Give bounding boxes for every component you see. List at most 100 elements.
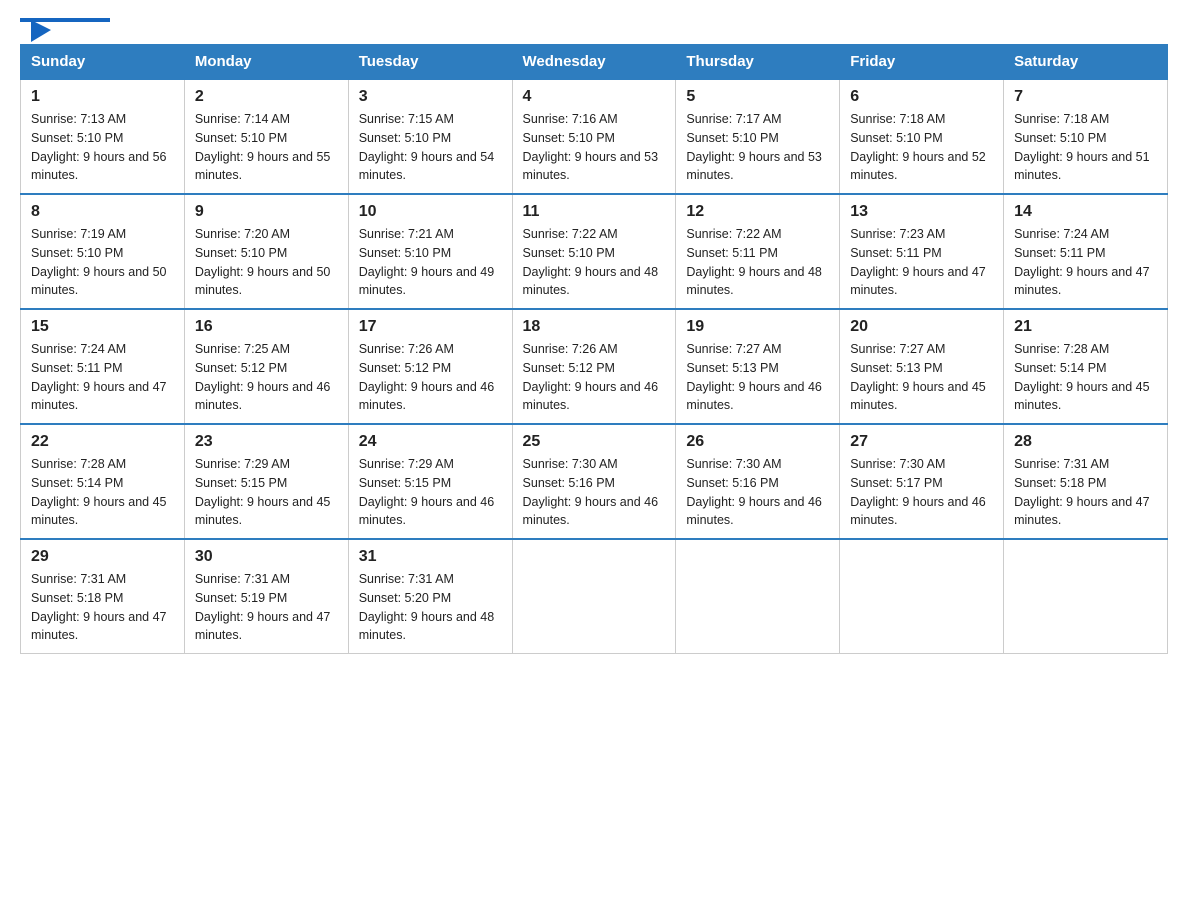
page-header	[20, 20, 1168, 24]
day-number: 1	[31, 88, 174, 106]
calendar-cell: 29 Sunrise: 7:31 AM Sunset: 5:18 PM Dayl…	[21, 539, 185, 654]
calendar-cell: 24 Sunrise: 7:29 AM Sunset: 5:15 PM Dayl…	[348, 424, 512, 539]
calendar-cell: 15 Sunrise: 7:24 AM Sunset: 5:11 PM Dayl…	[21, 309, 185, 424]
calendar-cell: 6 Sunrise: 7:18 AM Sunset: 5:10 PM Dayli…	[840, 79, 1004, 194]
weekday-header-sunday: Sunday	[21, 45, 185, 80]
calendar-cell	[1004, 539, 1168, 654]
day-number: 28	[1014, 433, 1157, 451]
calendar-cell: 2 Sunrise: 7:14 AM Sunset: 5:10 PM Dayli…	[184, 79, 348, 194]
logo	[20, 20, 110, 22]
day-number: 6	[850, 88, 993, 106]
calendar-cell: 30 Sunrise: 7:31 AM Sunset: 5:19 PM Dayl…	[184, 539, 348, 654]
calendar-cell	[840, 539, 1004, 654]
calendar-cell: 5 Sunrise: 7:17 AM Sunset: 5:10 PM Dayli…	[676, 79, 840, 194]
day-number: 18	[523, 318, 666, 336]
calendar-cell: 16 Sunrise: 7:25 AM Sunset: 5:12 PM Dayl…	[184, 309, 348, 424]
calendar-cell: 14 Sunrise: 7:24 AM Sunset: 5:11 PM Dayl…	[1004, 194, 1168, 309]
day-info: Sunrise: 7:18 AM Sunset: 5:10 PM Dayligh…	[850, 110, 993, 185]
day-number: 26	[686, 433, 829, 451]
day-number: 3	[359, 88, 502, 106]
day-number: 4	[523, 88, 666, 106]
calendar-cell: 13 Sunrise: 7:23 AM Sunset: 5:11 PM Dayl…	[840, 194, 1004, 309]
calendar-cell: 17 Sunrise: 7:26 AM Sunset: 5:12 PM Dayl…	[348, 309, 512, 424]
day-info: Sunrise: 7:18 AM Sunset: 5:10 PM Dayligh…	[1014, 110, 1157, 185]
day-info: Sunrise: 7:31 AM Sunset: 5:20 PM Dayligh…	[359, 570, 502, 645]
calendar-cell: 26 Sunrise: 7:30 AM Sunset: 5:16 PM Dayl…	[676, 424, 840, 539]
calendar-cell: 1 Sunrise: 7:13 AM Sunset: 5:10 PM Dayli…	[21, 79, 185, 194]
day-number: 5	[686, 88, 829, 106]
day-number: 13	[850, 203, 993, 221]
weekday-header-monday: Monday	[184, 45, 348, 80]
calendar-cell: 9 Sunrise: 7:20 AM Sunset: 5:10 PM Dayli…	[184, 194, 348, 309]
calendar-cell: 4 Sunrise: 7:16 AM Sunset: 5:10 PM Dayli…	[512, 79, 676, 194]
day-info: Sunrise: 7:22 AM Sunset: 5:10 PM Dayligh…	[523, 225, 666, 300]
day-info: Sunrise: 7:29 AM Sunset: 5:15 PM Dayligh…	[359, 455, 502, 530]
day-number: 31	[359, 548, 502, 566]
calendar-cell: 20 Sunrise: 7:27 AM Sunset: 5:13 PM Dayl…	[840, 309, 1004, 424]
logo-underline	[20, 18, 110, 22]
calendar-cell: 22 Sunrise: 7:28 AM Sunset: 5:14 PM Dayl…	[21, 424, 185, 539]
calendar-cell: 18 Sunrise: 7:26 AM Sunset: 5:12 PM Dayl…	[512, 309, 676, 424]
calendar-week-row-2: 8 Sunrise: 7:19 AM Sunset: 5:10 PM Dayli…	[21, 194, 1168, 309]
calendar-cell: 21 Sunrise: 7:28 AM Sunset: 5:14 PM Dayl…	[1004, 309, 1168, 424]
day-number: 11	[523, 203, 666, 221]
calendar-week-row-4: 22 Sunrise: 7:28 AM Sunset: 5:14 PM Dayl…	[21, 424, 1168, 539]
weekday-header-tuesday: Tuesday	[348, 45, 512, 80]
calendar-header-row: SundayMondayTuesdayWednesdayThursdayFrid…	[21, 45, 1168, 80]
day-number: 24	[359, 433, 502, 451]
day-info: Sunrise: 7:26 AM Sunset: 5:12 PM Dayligh…	[359, 340, 502, 415]
day-number: 15	[31, 318, 174, 336]
day-info: Sunrise: 7:13 AM Sunset: 5:10 PM Dayligh…	[31, 110, 174, 185]
day-info: Sunrise: 7:31 AM Sunset: 5:18 PM Dayligh…	[31, 570, 174, 645]
day-info: Sunrise: 7:16 AM Sunset: 5:10 PM Dayligh…	[523, 110, 666, 185]
day-number: 22	[31, 433, 174, 451]
calendar-cell	[512, 539, 676, 654]
day-number: 25	[523, 433, 666, 451]
calendar-cell: 11 Sunrise: 7:22 AM Sunset: 5:10 PM Dayl…	[512, 194, 676, 309]
day-info: Sunrise: 7:14 AM Sunset: 5:10 PM Dayligh…	[195, 110, 338, 185]
calendar-week-row-3: 15 Sunrise: 7:24 AM Sunset: 5:11 PM Dayl…	[21, 309, 1168, 424]
calendar-cell	[676, 539, 840, 654]
day-info: Sunrise: 7:30 AM Sunset: 5:17 PM Dayligh…	[850, 455, 993, 530]
weekday-header-friday: Friday	[840, 45, 1004, 80]
day-number: 8	[31, 203, 174, 221]
day-info: Sunrise: 7:23 AM Sunset: 5:11 PM Dayligh…	[850, 225, 993, 300]
day-info: Sunrise: 7:20 AM Sunset: 5:10 PM Dayligh…	[195, 225, 338, 300]
day-info: Sunrise: 7:22 AM Sunset: 5:11 PM Dayligh…	[686, 225, 829, 300]
calendar-cell: 23 Sunrise: 7:29 AM Sunset: 5:15 PM Dayl…	[184, 424, 348, 539]
day-number: 10	[359, 203, 502, 221]
day-number: 16	[195, 318, 338, 336]
day-info: Sunrise: 7:25 AM Sunset: 5:12 PM Dayligh…	[195, 340, 338, 415]
calendar-week-row-1: 1 Sunrise: 7:13 AM Sunset: 5:10 PM Dayli…	[21, 79, 1168, 194]
day-info: Sunrise: 7:27 AM Sunset: 5:13 PM Dayligh…	[850, 340, 993, 415]
day-number: 12	[686, 203, 829, 221]
calendar-cell: 8 Sunrise: 7:19 AM Sunset: 5:10 PM Dayli…	[21, 194, 185, 309]
day-number: 7	[1014, 88, 1157, 106]
calendar-cell: 27 Sunrise: 7:30 AM Sunset: 5:17 PM Dayl…	[840, 424, 1004, 539]
weekday-header-wednesday: Wednesday	[512, 45, 676, 80]
calendar-cell: 10 Sunrise: 7:21 AM Sunset: 5:10 PM Dayl…	[348, 194, 512, 309]
day-info: Sunrise: 7:19 AM Sunset: 5:10 PM Dayligh…	[31, 225, 174, 300]
day-number: 9	[195, 203, 338, 221]
logo-triangle-icon	[31, 20, 51, 42]
day-info: Sunrise: 7:21 AM Sunset: 5:10 PM Dayligh…	[359, 225, 502, 300]
day-info: Sunrise: 7:24 AM Sunset: 5:11 PM Dayligh…	[1014, 225, 1157, 300]
day-info: Sunrise: 7:28 AM Sunset: 5:14 PM Dayligh…	[31, 455, 174, 530]
day-info: Sunrise: 7:17 AM Sunset: 5:10 PM Dayligh…	[686, 110, 829, 185]
calendar-week-row-5: 29 Sunrise: 7:31 AM Sunset: 5:18 PM Dayl…	[21, 539, 1168, 654]
day-number: 14	[1014, 203, 1157, 221]
day-number: 23	[195, 433, 338, 451]
day-number: 19	[686, 318, 829, 336]
day-number: 29	[31, 548, 174, 566]
day-info: Sunrise: 7:27 AM Sunset: 5:13 PM Dayligh…	[686, 340, 829, 415]
day-info: Sunrise: 7:30 AM Sunset: 5:16 PM Dayligh…	[523, 455, 666, 530]
day-info: Sunrise: 7:31 AM Sunset: 5:18 PM Dayligh…	[1014, 455, 1157, 530]
calendar-cell: 3 Sunrise: 7:15 AM Sunset: 5:10 PM Dayli…	[348, 79, 512, 194]
weekday-header-thursday: Thursday	[676, 45, 840, 80]
day-info: Sunrise: 7:26 AM Sunset: 5:12 PM Dayligh…	[523, 340, 666, 415]
calendar-cell: 25 Sunrise: 7:30 AM Sunset: 5:16 PM Dayl…	[512, 424, 676, 539]
day-number: 30	[195, 548, 338, 566]
calendar-cell: 28 Sunrise: 7:31 AM Sunset: 5:18 PM Dayl…	[1004, 424, 1168, 539]
day-number: 17	[359, 318, 502, 336]
day-info: Sunrise: 7:30 AM Sunset: 5:16 PM Dayligh…	[686, 455, 829, 530]
